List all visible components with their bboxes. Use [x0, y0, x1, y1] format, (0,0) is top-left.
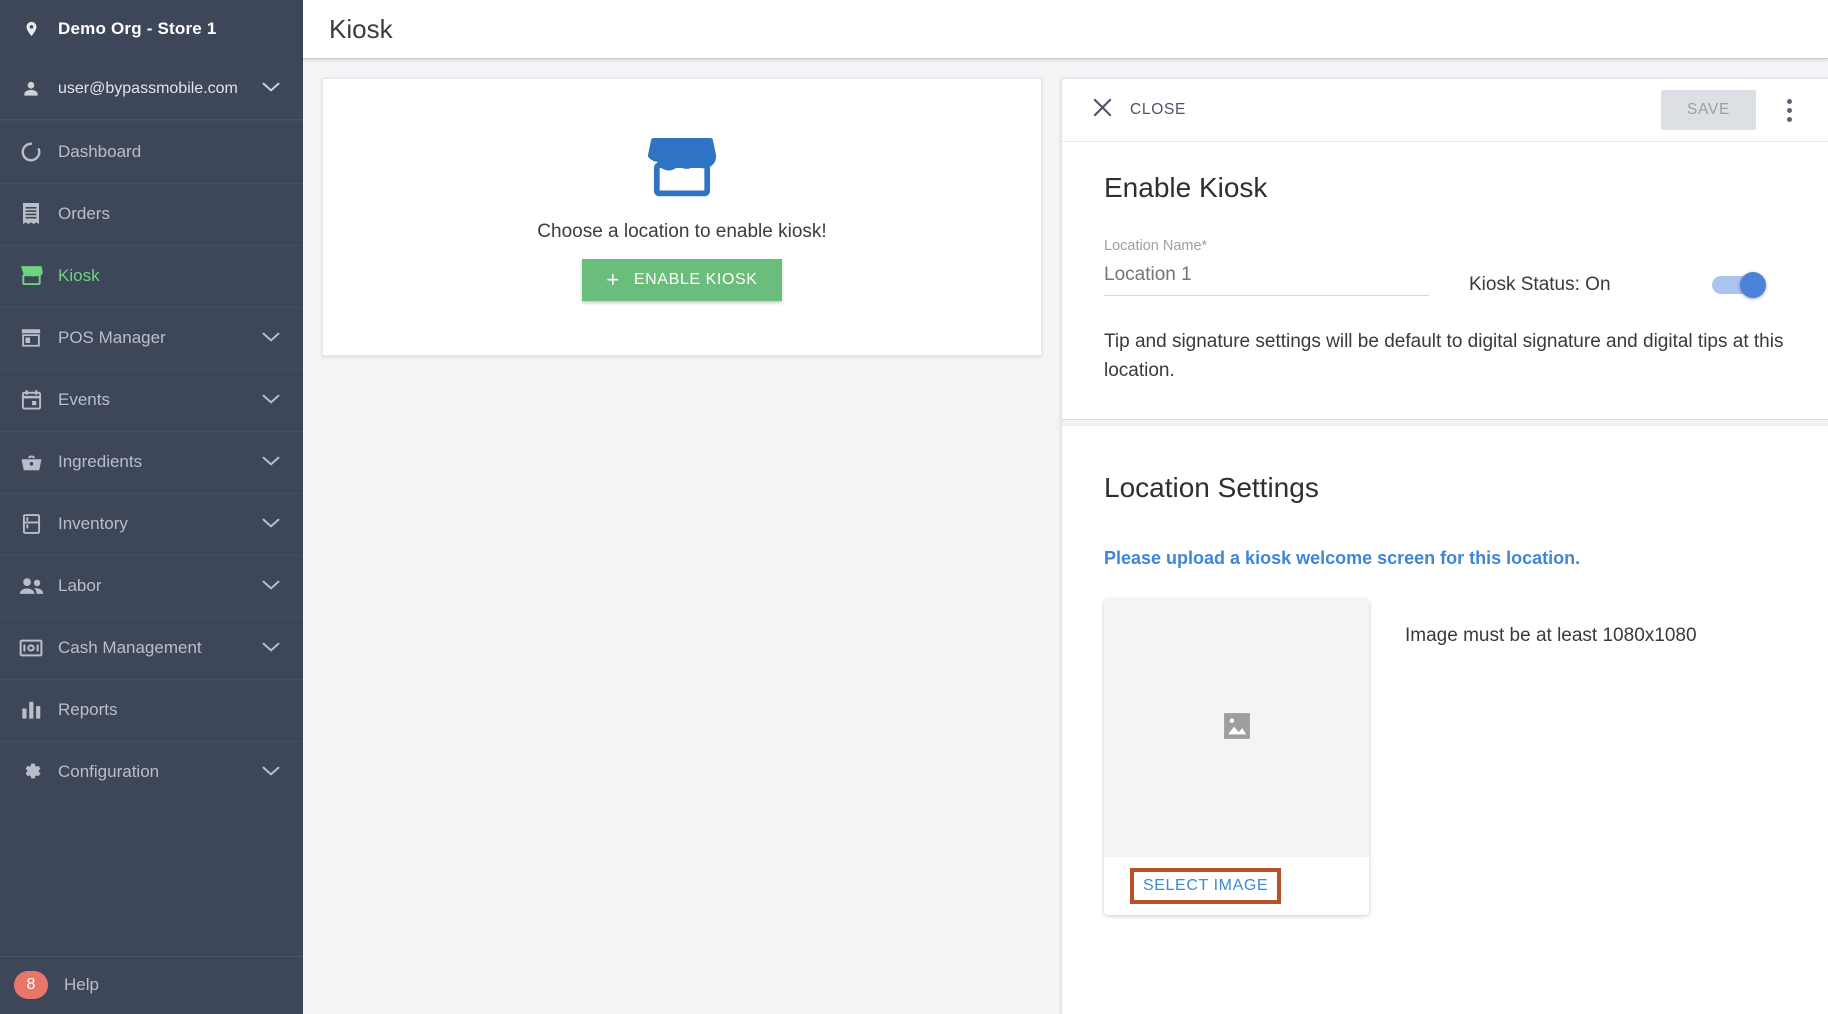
kiosk-empty-state-card: Choose a location to enable kiosk! + ENA… — [322, 78, 1042, 356]
store-icon — [18, 325, 44, 351]
chevron-down-icon — [261, 328, 281, 348]
sidebar-item-pos-manager[interactable]: POS Manager — [0, 306, 303, 368]
location-name-input[interactable] — [1104, 264, 1429, 296]
top-bar: Kiosk — [303, 0, 1828, 59]
user-email: user@bypassmobile.com — [58, 80, 238, 97]
app-root: Demo Org - Store 1 user@bypassmobile.com… — [0, 0, 1828, 1014]
person-icon — [18, 76, 44, 102]
panel-header: CLOSE SAVE — [1062, 79, 1828, 142]
location-settings-section: Location Settings Please upload a kiosk … — [1062, 426, 1828, 945]
chevron-down-icon — [261, 514, 281, 534]
dashboard-icon — [18, 139, 44, 165]
enable-kiosk-title: Enable Kiosk — [1104, 172, 1268, 203]
kiosk-status-row: Kiosk Status: On — [1469, 272, 1788, 298]
sidebar-item-cash-management[interactable]: Cash Management — [0, 616, 303, 678]
main-region: Kiosk Choose a location to enable kiosk!… — [303, 0, 1828, 1014]
location-name-field: Location Name* — [1104, 238, 1429, 296]
sidebar-item-configuration[interactable]: Configuration — [0, 740, 303, 802]
chevron-down-icon — [261, 576, 281, 596]
location-name-label: Location Name* — [1104, 238, 1208, 254]
image-size-requirement: Image must be at least 1080x1080 — [1405, 625, 1697, 646]
chevron-down-icon — [261, 638, 281, 658]
page-title: Kiosk — [329, 13, 393, 44]
sidebar-item-label: Configuration — [58, 761, 160, 781]
enable-kiosk-label: ENABLE KIOSK — [633, 270, 758, 288]
chevron-down-icon — [261, 80, 281, 98]
welcome-screen-upload-card: SELECT IMAGE — [1104, 599, 1369, 915]
section-divider — [1062, 419, 1828, 426]
org-selector[interactable]: Demo Org - Store 1 — [0, 0, 303, 58]
storefront-icon — [646, 134, 718, 205]
sidebar-item-help[interactable]: 8 Help — [0, 956, 303, 1014]
help-badge: 8 — [14, 971, 48, 999]
chevron-down-icon — [261, 390, 281, 410]
sidebar-item-dashboard[interactable]: Dashboard — [0, 120, 303, 182]
sidebar-item-label: Ingredients — [58, 451, 143, 471]
sidebar-item-label: Kiosk — [58, 265, 100, 285]
close-icon — [1092, 97, 1113, 123]
select-image-button[interactable]: SELECT IMAGE — [1130, 868, 1282, 904]
save-button[interactable]: SAVE — [1660, 90, 1756, 130]
image-placeholder-icon — [1219, 708, 1255, 749]
sidebar: Demo Org - Store 1 user@bypassmobile.com… — [0, 0, 303, 1014]
sidebar-item-label: Labor — [58, 575, 102, 595]
people-icon — [18, 573, 44, 599]
bar-chart-icon — [18, 697, 44, 723]
receipt-icon — [18, 201, 44, 227]
tip-signature-note: Tip and signature settings will be defau… — [1104, 331, 1784, 381]
sidebar-item-inventory[interactable]: Inventory — [0, 492, 303, 554]
sidebar-nav: Dashboard Orders Kiosk POS Manager Event… — [0, 120, 303, 956]
org-label: Demo Org - Store 1 — [58, 19, 217, 38]
location-settings-title: Location Settings — [1104, 472, 1319, 503]
storefront-icon — [18, 263, 44, 289]
enable-kiosk-fields: Location Name* Kiosk Status: On — [1104, 238, 1788, 298]
sidebar-item-labor[interactable]: Labor — [0, 554, 303, 616]
chevron-down-icon — [261, 452, 281, 472]
sidebar-item-kiosk[interactable]: Kiosk — [0, 244, 303, 306]
basket-icon — [18, 449, 44, 475]
sidebar-item-label: Inventory — [58, 513, 128, 533]
sidebar-item-label: Cash Management — [58, 637, 202, 657]
kiosk-status-label: Kiosk Status: On — [1469, 274, 1611, 295]
more-vert-icon[interactable] — [1772, 90, 1806, 130]
sidebar-item-label: Orders — [58, 203, 110, 223]
image-preview — [1104, 599, 1369, 857]
kiosk-detail-panel: CLOSE SAVE Enable Kiosk Location Name* L… — [1061, 78, 1828, 1014]
enable-kiosk-section: Enable Kiosk Location Name* Kiosk Status… — [1062, 142, 1828, 419]
gear-icon — [18, 759, 44, 785]
sidebar-item-label: Reports — [58, 699, 118, 719]
fridge-icon — [18, 511, 44, 537]
left-column: Choose a location to enable kiosk! + ENA… — [303, 59, 1060, 1014]
user-menu[interactable]: user@bypassmobile.com — [0, 58, 303, 120]
chevron-down-icon — [261, 762, 281, 782]
sidebar-item-orders[interactable]: Orders — [0, 182, 303, 244]
sidebar-item-ingredients[interactable]: Ingredients — [0, 430, 303, 492]
kiosk-status-toggle[interactable] — [1712, 272, 1766, 298]
sidebar-item-label: Help — [64, 975, 99, 994]
enable-kiosk-button[interactable]: + ENABLE KIOSK — [582, 258, 782, 301]
sidebar-item-label: POS Manager — [58, 327, 166, 347]
sidebar-item-label: Dashboard — [58, 141, 142, 161]
location-pin-icon — [18, 16, 44, 42]
empty-state-message: Choose a location to enable kiosk! — [537, 220, 827, 242]
sidebar-item-reports[interactable]: Reports — [0, 678, 303, 740]
content-area: Choose a location to enable kiosk! + ENA… — [303, 59, 1828, 1014]
toggle-knob — [1740, 272, 1766, 298]
close-button[interactable]: CLOSE — [1092, 97, 1186, 123]
close-label: CLOSE — [1130, 101, 1187, 118]
upload-prompt: Please upload a kiosk welcome screen for… — [1104, 548, 1581, 568]
upload-card-actions: SELECT IMAGE — [1104, 857, 1369, 915]
calendar-icon — [18, 387, 44, 413]
cash-icon — [18, 635, 44, 661]
sidebar-item-events[interactable]: Events — [0, 368, 303, 430]
sidebar-item-label: Events — [58, 389, 110, 409]
upload-row: SELECT IMAGE Image must be at least 1080… — [1104, 599, 1788, 915]
plus-icon: + — [606, 266, 620, 292]
